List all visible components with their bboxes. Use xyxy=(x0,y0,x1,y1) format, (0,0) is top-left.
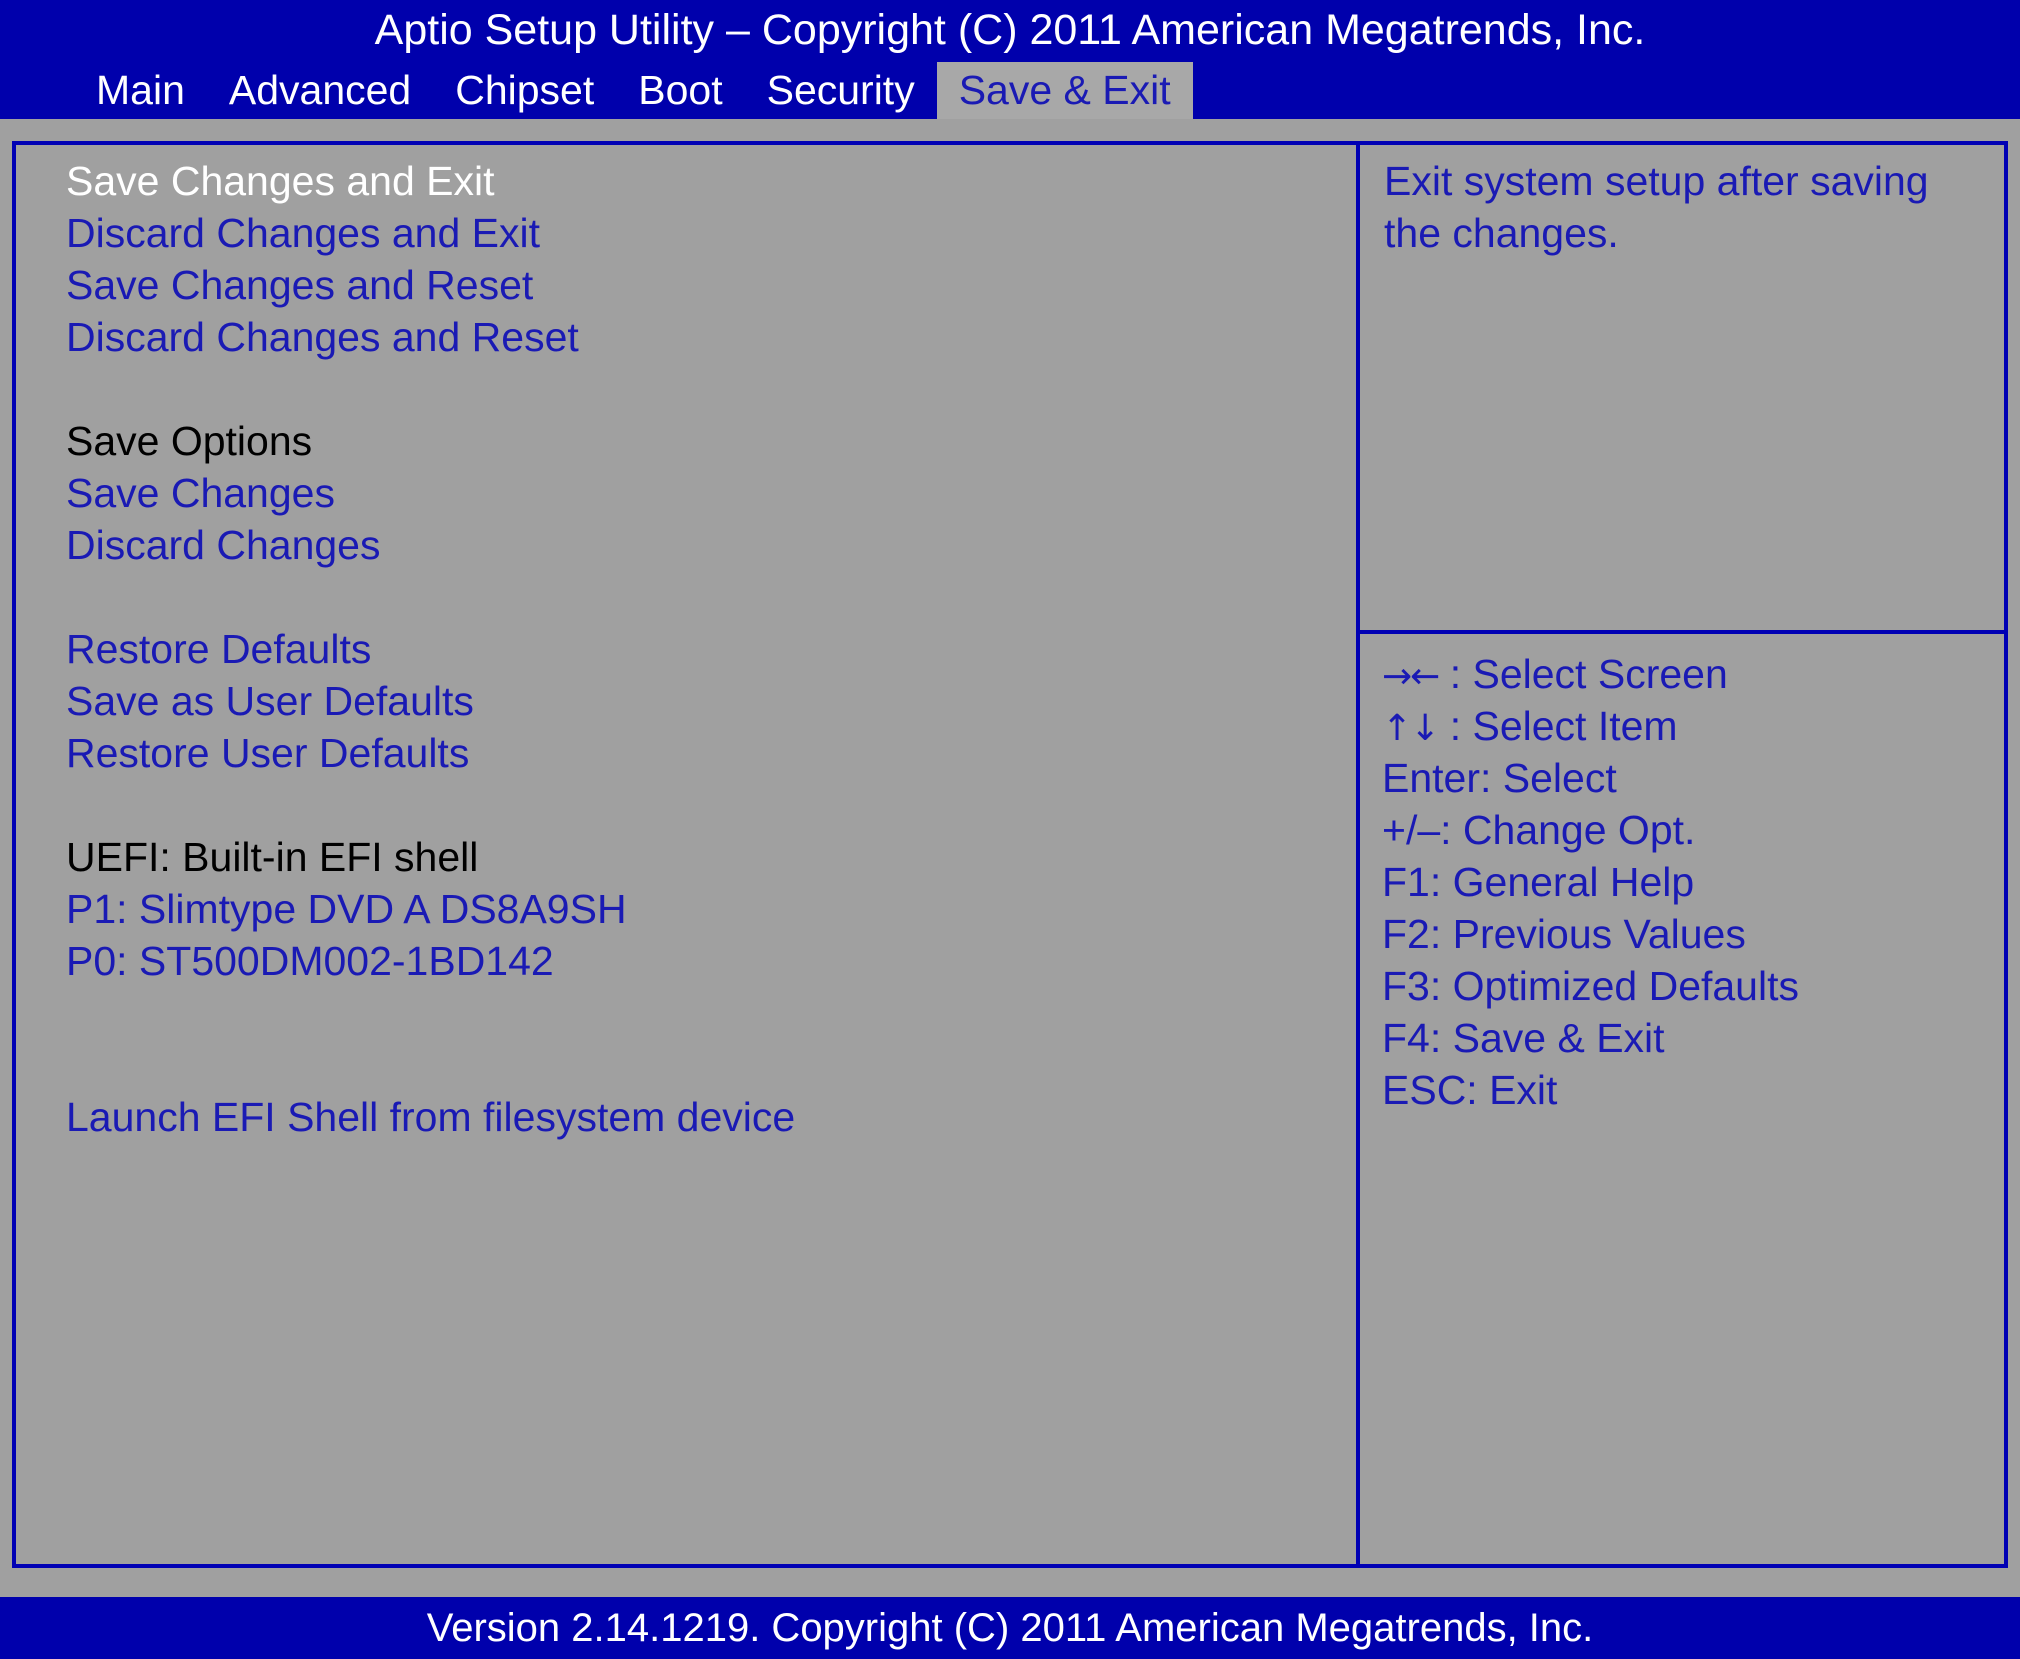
help-description: Exit system setup after saving the chang… xyxy=(1384,158,1929,256)
menu-spacer xyxy=(66,571,1346,623)
tab-chipset[interactable]: Chipset xyxy=(433,62,616,119)
menu-spacer xyxy=(66,1039,1346,1091)
legend-row-esc-exit: ESC: Exit xyxy=(1382,1067,1558,1113)
legend-label: : Select Screen xyxy=(1438,651,1728,697)
legend-row-select-item: ↑↓ : Select Item xyxy=(1382,700,1992,752)
legend-row-change-opt: +/–: Change Opt. xyxy=(1382,807,1696,853)
tab-security[interactable]: Security xyxy=(745,62,937,119)
key-legend-box: →← : Select Screen ↑↓ : Select Item Enter:… xyxy=(1360,634,2004,1564)
tab-advanced[interactable]: Advanced xyxy=(207,62,433,119)
settings-menu-list: Save Changes and Exit Discard Changes and… xyxy=(66,155,1346,1143)
menu-tab-bar: Main Advanced Chipset Boot Security Save & Ex… xyxy=(0,62,1193,119)
legend-row-f4-save-exit: F4: Save & Exit xyxy=(1382,1015,1665,1061)
menu-item-launch-efi-shell-from-filesystem-device[interactable]: Launch EFI Shell from filesystem device xyxy=(66,1091,1346,1143)
menu-item-restore-defaults[interactable]: Restore Defaults xyxy=(66,623,1346,675)
menu-item-discard-changes[interactable]: Discard Changes xyxy=(66,519,1346,571)
content-frame: Save Changes and Exit Discard Changes and… xyxy=(12,141,2008,1568)
menu-item-discard-changes-and-exit[interactable]: Discard Changes and Exit xyxy=(66,207,1346,259)
legend-row-f2-previous-values: F2: Previous Values xyxy=(1382,911,1746,957)
legend-row-select-screen: →← : Select Screen xyxy=(1382,648,1992,700)
menu-spacer xyxy=(66,363,1346,415)
menu-item-p1-slimtype-dvd-a-ds8a9sh[interactable]: P1: Slimtype DVD A DS8A9SH xyxy=(66,883,1346,935)
footer-bar: Version 2.14.1219. Copyright (C) 2011 Am… xyxy=(0,1597,2020,1659)
menu-item-save-as-user-defaults[interactable]: Save as User Defaults xyxy=(66,675,1346,727)
key-legend-list: →← : Select Screen ↑↓ : Select Item Enter:… xyxy=(1382,648,1992,1116)
menu-item-restore-user-defaults[interactable]: Restore User Defaults xyxy=(66,727,1346,779)
settings-pane: Save Changes and Exit Discard Changes and… xyxy=(16,145,1356,1564)
menu-item-save-changes-and-reset[interactable]: Save Changes and Reset xyxy=(66,259,1346,311)
arrow-keys-icon: ↑↓ xyxy=(1382,708,1440,749)
menu-section-header-save-options: Save Options xyxy=(66,418,313,464)
bios-setup-screen: Aptio Setup Utility – Copyright (C) 2011… xyxy=(0,0,2020,1659)
menu-item-save-changes[interactable]: Save Changes xyxy=(66,467,1346,519)
menu-spacer xyxy=(66,987,1346,1039)
tab-boot[interactable]: Boot xyxy=(616,62,744,119)
title-bar: Aptio Setup Utility – Copyright (C) 2011… xyxy=(0,0,2020,119)
version-copyright-text: Version 2.14.1219. Copyright (C) 2011 Am… xyxy=(426,1606,1594,1650)
legend-row-enter-select: Enter: Select xyxy=(1382,755,1617,801)
info-pane: Exit system setup after saving the chang… xyxy=(1360,145,2004,1564)
legend-row-f3-optimized-defaults: F3: Optimized Defaults xyxy=(1382,963,1799,1009)
legend-label: : Select Item xyxy=(1438,703,1678,749)
menu-item-discard-changes-and-reset[interactable]: Discard Changes and Reset xyxy=(66,311,1346,363)
tab-main[interactable]: Main xyxy=(74,62,207,119)
page-title: Aptio Setup Utility – Copyright (C) 2011… xyxy=(374,6,1646,54)
menu-item-p0-st500dm002-1bd142[interactable]: P0: ST500DM002-1BD142 xyxy=(66,935,1346,987)
arrow-keys-icon: →← xyxy=(1382,656,1440,697)
menu-item-save-changes-and-exit[interactable]: Save Changes and Exit xyxy=(66,155,1346,207)
legend-row-f1-general-help: F1: General Help xyxy=(1382,859,1695,905)
tab-save-exit[interactable]: Save & Exit xyxy=(936,62,1193,119)
menu-spacer xyxy=(66,779,1346,831)
help-box: Exit system setup after saving the chang… xyxy=(1360,145,2004,630)
menu-section-header-uefi-built-in-efi-shell: UEFI: Built-in EFI shell xyxy=(66,834,479,880)
